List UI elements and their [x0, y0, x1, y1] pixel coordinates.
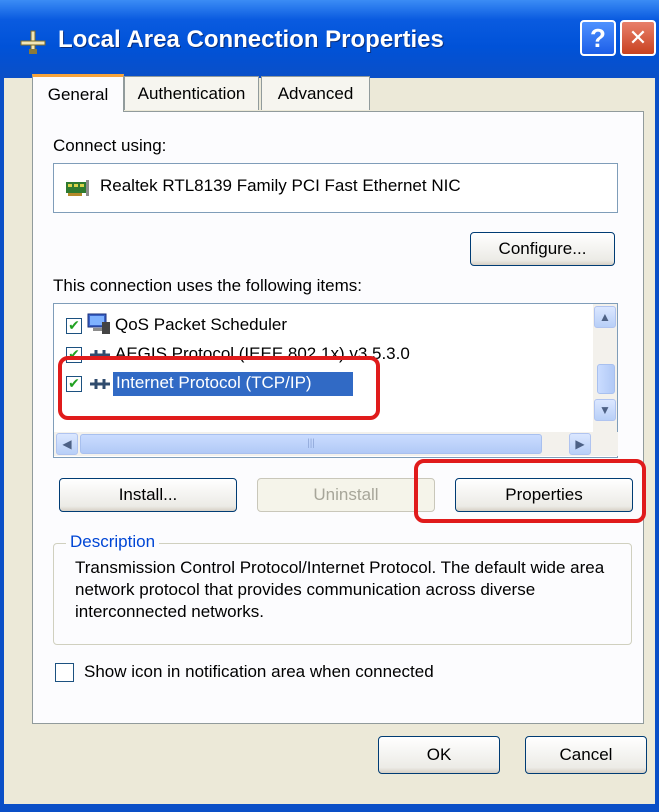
items-label: This connection uses the following items… [53, 276, 362, 295]
uninstall-button[interactable]: Uninstall [257, 478, 435, 512]
description-title: Description [66, 532, 160, 552]
chevron-down-icon: ▼ [599, 403, 611, 417]
network-connection-icon [20, 30, 46, 54]
window-bottom-border [0, 804, 659, 812]
close-icon: ✕ [628, 25, 648, 50]
chevron-left-icon: ◀ [62, 437, 72, 451]
ok-button[interactable]: OK [378, 736, 500, 774]
help-icon: ? [590, 23, 606, 53]
dialog-window: Local Area Connection Properties ? ✕ Gen… [0, 0, 659, 812]
vertical-scroll-thumb[interactable] [597, 364, 615, 394]
tab-general[interactable]: General [32, 74, 124, 112]
scroll-up-button[interactable]: ▲ [594, 306, 616, 328]
qos-scheduler-icon [87, 313, 110, 334]
annotation-highlight-properties [414, 459, 646, 523]
tab-advanced[interactable]: Advanced [261, 76, 370, 110]
network-card-icon [66, 180, 89, 196]
show-icon-label[interactable]: Show icon in notification area when conn… [84, 662, 434, 682]
connect-using-label: Connect using: [53, 136, 167, 155]
help-button[interactable]: ? [580, 20, 616, 56]
title-bar[interactable]: Local Area Connection Properties ? ✕ [0, 0, 659, 78]
scroll-right-button[interactable]: ▶ [569, 433, 591, 455]
install-button[interactable]: Install... [59, 478, 237, 512]
chevron-up-icon: ▲ [599, 310, 611, 324]
tab-authentication[interactable]: Authentication [124, 76, 259, 110]
list-item[interactable]: QoS Packet Scheduler [115, 315, 287, 335]
grip-icon: ||| [307, 438, 315, 449]
scroll-down-button[interactable]: ▼ [594, 399, 616, 421]
show-icon-checkbox[interactable] [55, 663, 74, 682]
item-checkbox-qos[interactable]: ✔ [66, 318, 82, 334]
scroll-left-button[interactable]: ◀ [56, 433, 78, 455]
close-button[interactable]: ✕ [620, 20, 656, 56]
configure-button[interactable]: Configure... [470, 232, 615, 266]
description-text: Transmission Control Protocol/Internet P… [75, 558, 605, 621]
annotation-highlight-tcpip [58, 356, 380, 420]
horizontal-scroll-thumb[interactable]: ||| [80, 434, 542, 454]
cancel-button[interactable]: Cancel [525, 736, 647, 774]
checkmark-icon: ✔ [68, 317, 80, 333]
adapter-name: Realtek RTL8139 Family PCI Fast Ethernet… [100, 176, 461, 195]
chevron-right-icon: ▶ [575, 437, 585, 451]
window-title: Local Area Connection Properties [58, 26, 444, 53]
